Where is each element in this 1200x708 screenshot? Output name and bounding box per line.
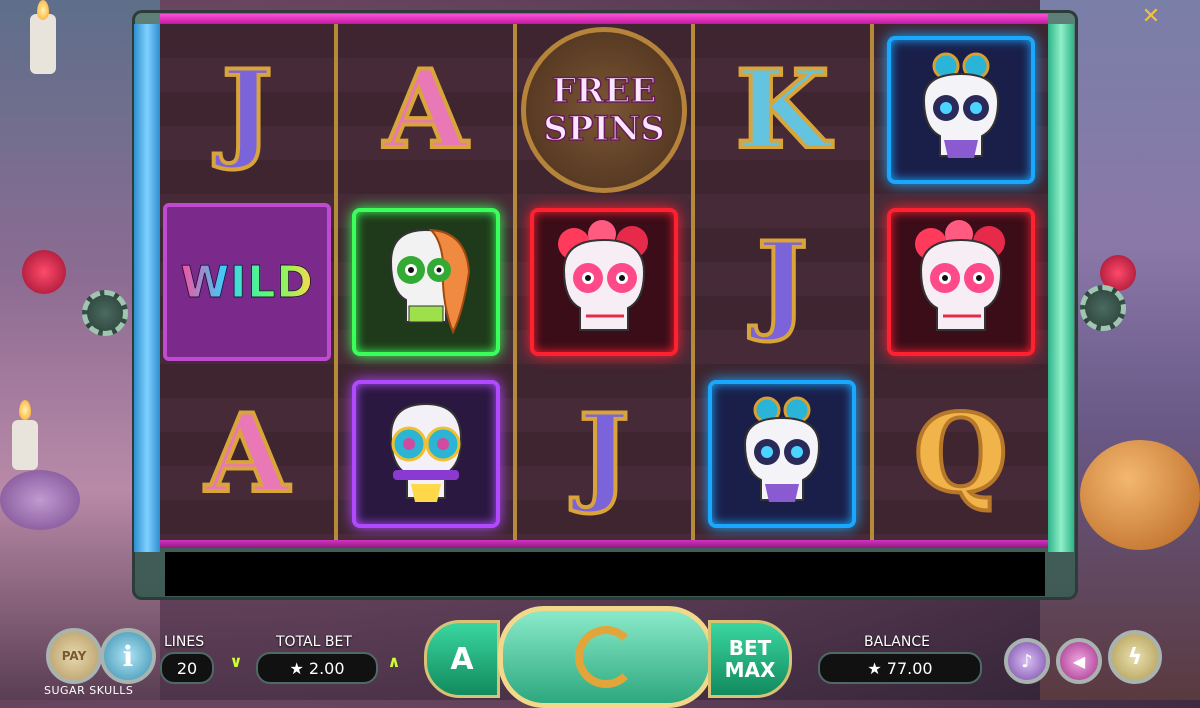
red-skull-icon bbox=[914, 220, 1005, 331]
symbol-cell: A bbox=[160, 368, 334, 540]
symbol-k: K bbox=[733, 47, 831, 173]
info-icon: i bbox=[122, 639, 134, 673]
gear-decoration-icon bbox=[1080, 285, 1126, 331]
symbol-cell: J bbox=[160, 24, 334, 196]
bet-max-line2: MAX bbox=[724, 658, 776, 682]
gear-decoration-icon bbox=[82, 290, 128, 336]
symbol-purple-skull bbox=[351, 380, 500, 528]
symbol-cell bbox=[874, 196, 1048, 368]
symbol-cell: J bbox=[695, 196, 869, 368]
reel-2: A bbox=[338, 24, 517, 540]
turbo-button[interactable]: ϟ bbox=[1108, 630, 1162, 684]
bet-max-line1: BET bbox=[728, 636, 772, 660]
reel-5: Q bbox=[873, 24, 1049, 540]
spin-button[interactable] bbox=[498, 606, 714, 708]
symbol-cell: FREE SPINS bbox=[517, 24, 691, 196]
autoplay-button[interactable]: A bbox=[424, 620, 500, 698]
candle-flame bbox=[19, 400, 31, 420]
symbol-red-skull bbox=[530, 208, 679, 356]
frame-rail-bottom bbox=[160, 540, 1048, 548]
lines-value: 20 bbox=[160, 652, 214, 684]
symbol-blue-skull bbox=[708, 380, 857, 528]
reel-1: J WILD A bbox=[160, 24, 339, 540]
symbol-cell: J bbox=[517, 368, 691, 540]
reel-3: FREE SPINS J bbox=[516, 24, 696, 540]
free-spins-line2: SPINS bbox=[542, 109, 665, 149]
reels-area: J WILD A A FREE SPINS J K J Q bbox=[160, 24, 1049, 540]
bet-decrease-chevron-icon[interactable]: ∨ bbox=[226, 654, 246, 670]
balance-value: ★ 77.00 bbox=[818, 652, 982, 684]
symbol-wild: WILD bbox=[163, 203, 332, 361]
pan-de-muerto-bread bbox=[1080, 440, 1200, 550]
game-title: SUGAR SKULLS bbox=[44, 684, 134, 697]
frame-rail-top bbox=[160, 14, 1048, 24]
candle bbox=[12, 420, 38, 470]
decorative-skull bbox=[0, 470, 80, 530]
blue-skull-icon bbox=[922, 52, 999, 158]
symbol-q: Q bbox=[912, 391, 1010, 517]
megaphone-icon: ◀ bbox=[1072, 651, 1086, 671]
lines-label: LINES bbox=[164, 634, 205, 650]
blue-skull-icon bbox=[744, 396, 821, 502]
symbol-a: A bbox=[382, 47, 470, 173]
red-skull-icon bbox=[558, 220, 649, 331]
control-bar: PAY i SUGAR SKULLS LINES 20 ∨ TOTAL BET … bbox=[0, 600, 1200, 708]
rose bbox=[22, 250, 66, 294]
frame-rail-right bbox=[1048, 24, 1074, 552]
symbol-cell bbox=[695, 368, 869, 540]
symbol-cell: K bbox=[695, 24, 869, 196]
symbol-cell bbox=[517, 196, 691, 368]
autoplay-label: A bbox=[450, 641, 474, 677]
lightning-icon: ϟ bbox=[1127, 644, 1143, 670]
green-skull-icon bbox=[389, 228, 470, 335]
candle-flame bbox=[37, 0, 49, 20]
symbol-j: J bbox=[755, 219, 810, 345]
info-button[interactable]: i bbox=[100, 628, 156, 684]
symbol-green-skull bbox=[351, 208, 500, 356]
purple-skull-icon bbox=[389, 402, 462, 502]
total-bet-label: TOTAL BET bbox=[276, 634, 352, 650]
balance-label: BALANCE bbox=[864, 634, 930, 650]
music-note-icon: ♪ bbox=[1021, 650, 1033, 672]
symbol-cell bbox=[338, 196, 512, 368]
symbol-cell: A bbox=[338, 24, 512, 196]
close-icon[interactable]: ✕ bbox=[1140, 6, 1162, 28]
paytable-label: PAY bbox=[61, 649, 87, 663]
bet-increase-chevron-icon[interactable]: ∧ bbox=[384, 654, 404, 670]
sound-button[interactable]: ♪ bbox=[1004, 638, 1050, 684]
candle bbox=[30, 14, 56, 74]
video-button[interactable]: ◀ bbox=[1056, 638, 1102, 684]
paytable-button[interactable]: PAY bbox=[46, 628, 102, 684]
total-bet-value: ★ 2.00 bbox=[256, 652, 378, 684]
bet-max-button[interactable]: BET MAX bbox=[708, 620, 792, 698]
symbol-red-skull bbox=[886, 208, 1035, 356]
symbol-free-spins: FREE SPINS bbox=[521, 27, 688, 193]
spin-arrow-icon bbox=[575, 626, 637, 688]
symbol-blue-skull bbox=[886, 36, 1035, 184]
frame-rail-left bbox=[134, 24, 160, 552]
symbol-a: A bbox=[203, 391, 291, 517]
wild-label: WILD bbox=[180, 256, 314, 308]
symbol-cell: WILD bbox=[160, 196, 334, 368]
free-spins-line1: FREE bbox=[551, 71, 657, 111]
symbol-cell: Q bbox=[874, 368, 1048, 540]
reel-4: K J bbox=[695, 24, 874, 540]
symbol-j: J bbox=[576, 391, 631, 517]
symbol-cell bbox=[338, 368, 512, 540]
symbol-cell bbox=[874, 24, 1048, 196]
message-bar bbox=[165, 552, 1045, 596]
symbol-j: J bbox=[220, 47, 275, 173]
